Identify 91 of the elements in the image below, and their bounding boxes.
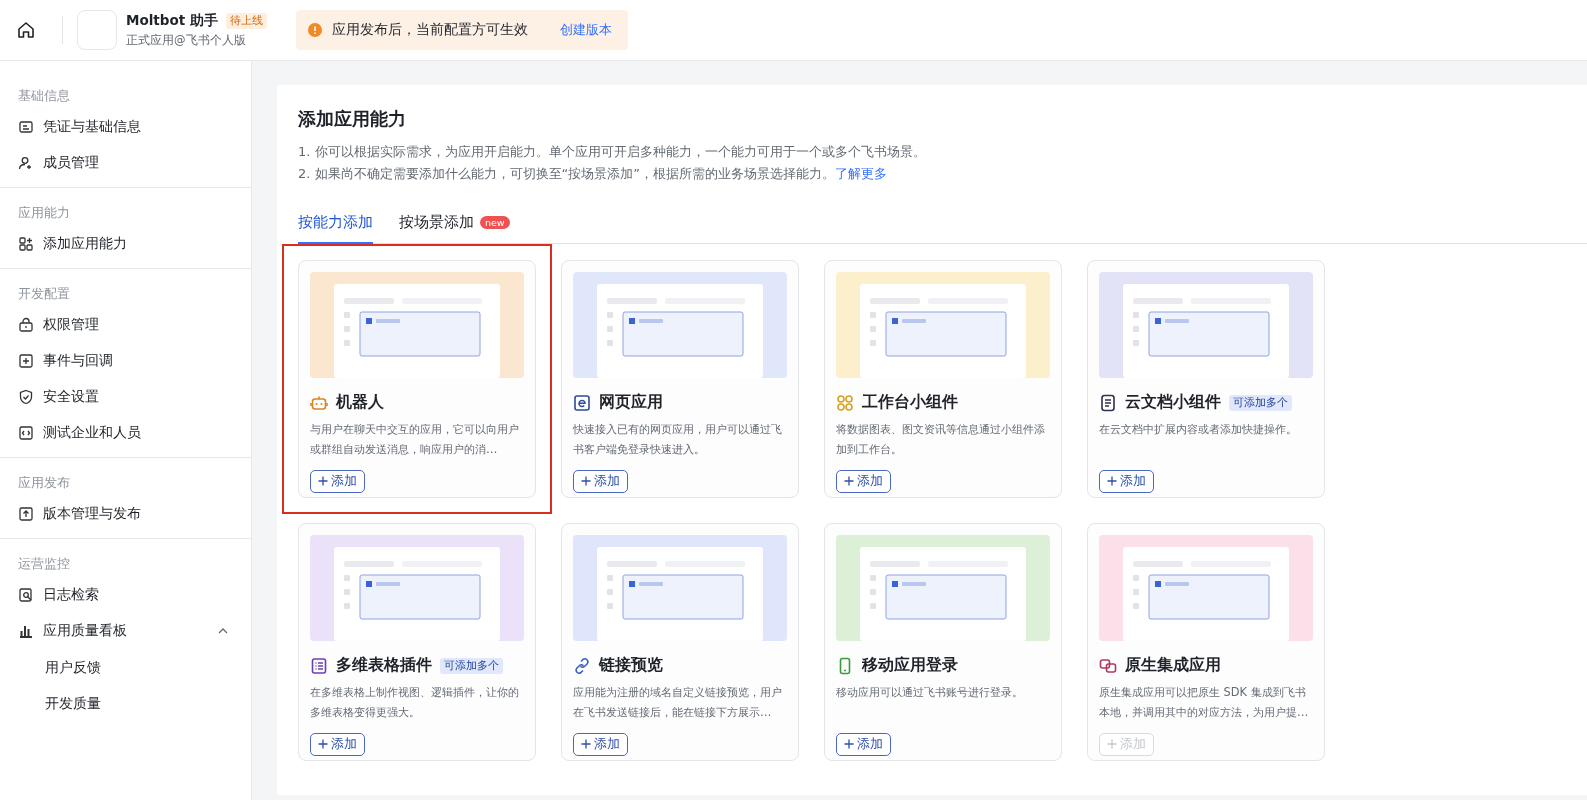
native-icon: [1099, 656, 1117, 675]
create-version-link[interactable]: 创建版本: [560, 21, 612, 39]
sidebar-item-icon: [18, 389, 34, 405]
doc-icon: [1099, 393, 1117, 412]
plus-icon: [1107, 739, 1117, 749]
sidebar-item[interactable]: 凭证与基础信息: [18, 109, 233, 145]
sidebar-item[interactable]: 添加应用能力: [18, 226, 233, 262]
plus-icon: [844, 739, 854, 749]
sidebar-item-icon: [18, 425, 34, 441]
multi-badge: 可添加多个: [1229, 394, 1292, 411]
section-title: 基础信息: [18, 87, 71, 105]
card-description: 在多维表格上制作视图、逻辑插件，让你的多维表格变得更强大。: [310, 684, 520, 721]
sidebar-item[interactable]: 成员管理: [18, 145, 233, 181]
card-description: 将数据图表、图文资讯等信息通过小组件添加到工作台。: [836, 421, 1046, 458]
sidebar-item-label: 事件与回调: [43, 352, 113, 370]
add-button[interactable]: 添加: [836, 733, 891, 756]
learn-more-link[interactable]: 了解更多: [835, 166, 887, 181]
widget-icon: [836, 393, 854, 412]
sidebar-item[interactable]: 权限管理: [18, 307, 233, 343]
plus-icon: [1107, 476, 1117, 486]
plus-icon: [844, 476, 854, 486]
link-icon: [573, 656, 591, 675]
sidebar-item-icon: [18, 353, 34, 369]
home-icon[interactable]: [16, 20, 36, 40]
status-badge: 待上线: [225, 13, 267, 29]
sidebar-item-label: 权限管理: [43, 316, 99, 334]
instruction-text: 2. 如果尚不确定需要添加什么能力，可切换至“按场景添加”，根据所需的业务场景选择能力。了解更多: [298, 165, 888, 183]
card-description: 原生集成应用可以把原生 SDK 集成到飞书本地，并调用其中的对应方法，为用户提…: [1099, 684, 1310, 721]
notice-text: 应用发布后，当前配置方可生效: [332, 21, 528, 39]
card-title: 网页应用: [599, 392, 663, 413]
sidebar-item-icon: [18, 317, 34, 333]
card-title: 原生集成应用: [1125, 655, 1221, 676]
sidebar-item[interactable]: 测试企业和人员: [18, 415, 233, 451]
new-badge: new: [480, 216, 510, 229]
app-name: Moltbot 助手: [126, 12, 218, 30]
sidebar-subitem[interactable]: 开发质量: [18, 685, 233, 721]
sidebar-item[interactable]: 安全设置: [18, 379, 233, 415]
plus-icon: [318, 739, 328, 749]
sidebar-item-icon: [18, 623, 34, 639]
warning-icon: [308, 23, 322, 37]
sidebar-item[interactable]: 日志检索: [18, 577, 233, 613]
card-title: 移动应用登录: [862, 655, 958, 676]
card-description: 与用户在聊天中交互的应用，它可以向用户或群组自动发送消息，响应用户的消…: [310, 421, 520, 458]
sidebar-item-icon: [18, 587, 34, 603]
add-button[interactable]: 添加: [836, 470, 891, 493]
card-title: 多维表格插件: [336, 655, 432, 676]
card-title: 机器人: [336, 392, 384, 413]
card-title: 云文档小组件: [1125, 392, 1221, 413]
section-title: 应用能力: [18, 204, 71, 222]
card-title: 工作台小组件: [862, 392, 958, 413]
sidebar-item-label: 安全设置: [43, 388, 99, 406]
table-icon: [310, 656, 328, 675]
card-description: 快速接入已有的网页应用，用户可以通过飞书客户端免登录快速进入。: [573, 421, 783, 458]
sidebar-item-icon: [18, 506, 34, 522]
sidebar-item[interactable]: 事件与回调: [18, 343, 233, 379]
plus-icon: [318, 476, 328, 486]
sidebar-item[interactable]: 应用质量看板: [18, 613, 233, 649]
add-button[interactable]: 添加: [310, 470, 365, 493]
sidebar-item-label: 日志检索: [43, 586, 99, 604]
section-title: 运营监控: [18, 555, 71, 573]
tab[interactable]: 按能力添加: [298, 203, 373, 244]
multi-badge: 可添加多个: [440, 657, 503, 674]
section-title: 开发配置: [18, 285, 71, 303]
add-button[interactable]: 添加: [1099, 470, 1154, 493]
web-icon: [573, 393, 591, 412]
tab[interactable]: 按场景添加 new: [399, 203, 510, 244]
sidebar-item-label: 版本管理与发布: [43, 505, 141, 523]
add-button[interactable]: 添加: [310, 733, 365, 756]
card-description: 移动应用可以通过飞书账号进行登录。: [836, 684, 1024, 701]
sidebar-item-label: 凭证与基础信息: [43, 118, 141, 136]
section-title: 应用发布: [18, 474, 71, 492]
sidebar-item-label: 添加应用能力: [43, 235, 127, 253]
add-button[interactable]: 添加: [573, 470, 628, 493]
plus-icon: [581, 476, 591, 486]
add-button[interactable]: 添加: [573, 733, 628, 756]
sidebar-item-icon: [18, 119, 34, 135]
page-title: 添加应用能力: [298, 107, 407, 131]
sidebar-item-label: 成员管理: [43, 154, 99, 172]
card-description: 应用能为注册的域名自定义链接预览，用户在飞书发送链接后，能在链接下方展示…: [573, 684, 783, 721]
sidebar-item-label: 应用质量看板: [43, 622, 127, 640]
app-subtitle: 正式应用@飞书个人版: [126, 33, 247, 48]
card-title: 链接预览: [599, 655, 663, 676]
sidebar-subitem[interactable]: 用户反馈: [18, 649, 233, 685]
app-avatar: [77, 10, 117, 50]
sidebar-item-label: 测试企业和人员: [43, 424, 141, 442]
card-description: 在云文档中扩展内容或者添加快捷操作。: [1099, 421, 1298, 438]
instruction-text: 1. 你可以根据实际需求，为应用开启能力。单个应用可开启多种能力，一个能力可用于一个或多个飞书场景。: [298, 143, 927, 161]
sidebar-item[interactable]: 版本管理与发布: [18, 496, 233, 532]
sidebar-item-icon: [18, 155, 34, 171]
plus-icon: [581, 739, 591, 749]
sidebar-item-icon: [18, 236, 34, 252]
